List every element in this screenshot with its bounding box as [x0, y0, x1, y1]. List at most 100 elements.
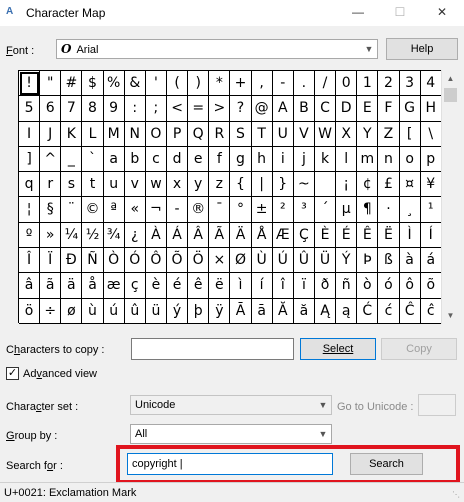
character-cell[interactable]: î — [272, 273, 294, 299]
character-cell[interactable]: × — [209, 248, 231, 274]
character-cell[interactable]: ( — [166, 71, 189, 97]
font-dropdown[interactable]: O Arial ▼ — [56, 39, 378, 59]
character-cell[interactable]: £ — [378, 172, 400, 198]
character-cell[interactable]: M — [103, 121, 125, 147]
character-cell[interactable]: Z — [378, 121, 400, 147]
help-button[interactable]: Help — [386, 38, 458, 60]
character-cell[interactable]: # — [61, 71, 83, 97]
character-cell[interactable]: D — [336, 96, 358, 122]
character-cell[interactable]: Ĉ — [399, 298, 421, 324]
character-cell[interactable]: ³ — [293, 197, 315, 223]
character-cell[interactable]: > — [209, 96, 231, 122]
minimize-button[interactable]: — — [338, 0, 378, 24]
character-cell[interactable]: ú — [103, 298, 125, 324]
character-cell[interactable]: w — [145, 172, 167, 198]
character-cell[interactable]: Ă — [272, 298, 294, 324]
group-by-dropdown[interactable]: All ▼ — [130, 424, 332, 444]
character-cell[interactable]: è — [145, 273, 167, 299]
select-button[interactable]: Select — [300, 338, 376, 360]
character-cell[interactable]: ã — [40, 273, 62, 299]
character-cell[interactable]: ¹ — [420, 197, 442, 223]
character-cell[interactable]: | — [251, 172, 273, 198]
character-cell[interactable]: Ô — [145, 248, 167, 274]
copy-button[interactable]: Copy — [381, 338, 457, 360]
character-cell[interactable]: { — [230, 172, 252, 198]
character-cell[interactable]: ÷ — [40, 298, 62, 324]
character-cell[interactable]: â — [19, 273, 41, 299]
character-cell[interactable]: \ — [420, 121, 442, 147]
character-cell[interactable]: a — [103, 146, 125, 173]
character-cell[interactable]: ° — [230, 197, 252, 223]
character-cell[interactable]: ¨ — [61, 197, 83, 223]
character-cell[interactable]: © — [82, 197, 104, 223]
character-cell[interactable]: ! — [19, 71, 41, 97]
character-cell[interactable]: Ó — [124, 248, 146, 274]
character-cell[interactable]: ´ — [314, 197, 337, 223]
character-cell[interactable]: ¯ — [209, 197, 231, 223]
character-cell[interactable]: q — [19, 172, 41, 198]
character-cell[interactable]: ā — [251, 298, 273, 324]
character-cell[interactable]: ă — [293, 298, 315, 324]
character-cell[interactable]: Ï — [40, 248, 62, 274]
character-cell[interactable]: ÿ — [209, 298, 231, 324]
character-cell[interactable]: m — [357, 146, 379, 173]
character-cell[interactable]: o — [399, 146, 421, 173]
character-cell[interactable]: d — [166, 146, 189, 173]
character-cell[interactable]: ¸ — [399, 197, 421, 223]
character-cell[interactable]: $ — [82, 71, 104, 97]
character-cell[interactable]: ¿ — [124, 222, 146, 249]
character-cell[interactable]: µ — [336, 197, 358, 223]
character-cell[interactable]: Ā — [230, 298, 252, 324]
character-cell[interactable]: ± — [251, 197, 273, 223]
character-cell[interactable]: æ — [103, 273, 125, 299]
character-cell[interactable]: ĉ — [420, 298, 442, 324]
character-cell[interactable]: ¼ — [61, 222, 83, 249]
character-cell[interactable]: V — [293, 121, 315, 147]
character-cell[interactable]: @ — [251, 96, 273, 122]
character-cell[interactable]: ¦ — [19, 197, 41, 223]
search-input[interactable]: copyright | — [127, 453, 333, 475]
character-cell[interactable]: Ñ — [82, 248, 104, 274]
character-cell[interactable]: 1 — [357, 71, 379, 97]
go-to-unicode-input[interactable] — [418, 394, 456, 416]
character-cell[interactable]: ñ — [336, 273, 358, 299]
character-cell[interactable]: ü — [145, 298, 167, 324]
character-cell[interactable]: ^ — [40, 146, 62, 173]
character-cell[interactable]: x — [166, 172, 189, 198]
character-cell[interactable]: i — [272, 146, 294, 173]
character-cell[interactable]: ) — [188, 71, 210, 97]
character-cell[interactable]: F — [378, 96, 400, 122]
character-cell[interactable]: Ð — [61, 248, 83, 274]
character-cell[interactable]: Õ — [166, 248, 189, 274]
character-cell[interactable]: ¥ — [420, 172, 442, 198]
character-cell[interactable]: R — [209, 121, 231, 147]
character-cell[interactable]: / — [314, 71, 337, 97]
character-cell[interactable]: ä — [61, 273, 83, 299]
character-cell[interactable]: % — [103, 71, 125, 97]
character-cell[interactable]: Ú — [272, 248, 294, 274]
character-cell[interactable]: Ç — [293, 222, 315, 249]
character-cell[interactable]: ½ — [82, 222, 104, 249]
character-cell[interactable]: ² — [272, 197, 294, 223]
character-cell[interactable]: õ — [420, 273, 442, 299]
character-cell[interactable]: Ì — [399, 222, 421, 249]
character-cell[interactable]: 9 — [103, 96, 125, 122]
character-cell[interactable]: Û — [293, 248, 315, 274]
character-cell[interactable]: s — [61, 172, 83, 198]
character-cell[interactable]: ¢ — [357, 172, 379, 198]
character-cell[interactable]: » — [40, 222, 62, 249]
character-cell[interactable]: ß — [378, 248, 400, 274]
character-cell[interactable]: ë — [209, 273, 231, 299]
search-button[interactable]: Search — [350, 453, 423, 475]
character-cell[interactable]: Ø — [230, 248, 252, 274]
character-cell[interactable]: ¾ — [103, 222, 125, 249]
character-cell[interactable]: S — [230, 121, 252, 147]
character-cell[interactable]: y — [188, 172, 210, 198]
character-cell[interactable]: ó — [378, 273, 400, 299]
character-cell[interactable]: p — [420, 146, 442, 173]
character-cell[interactable]: O — [145, 121, 167, 147]
character-cell[interactable]: Ò — [103, 248, 125, 274]
characters-to-copy-input[interactable] — [131, 338, 294, 360]
character-cell[interactable]: U — [272, 121, 294, 147]
grid-scrollbar[interactable]: ▲ ▼ — [441, 70, 458, 324]
